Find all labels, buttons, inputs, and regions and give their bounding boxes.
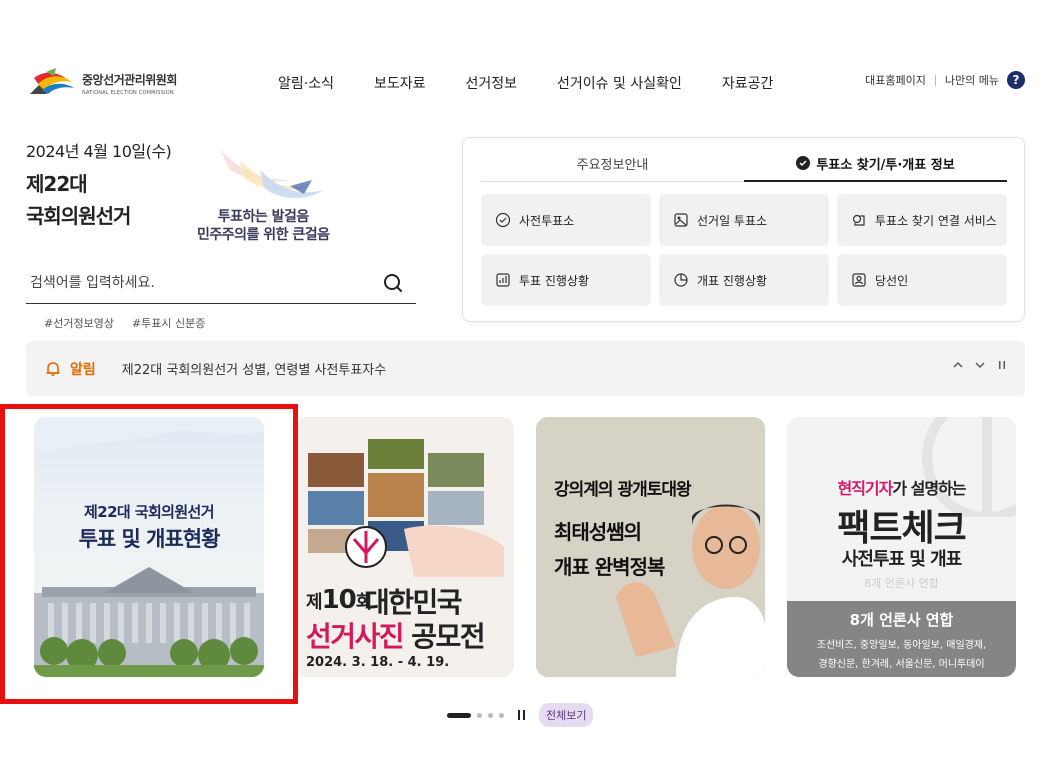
nav-press[interactable]: 보도자료 [374,73,426,93]
card-label: 당선인 [875,273,909,288]
banner-fact-check[interactable]: 현직기자가 설명하는 팩트체크 사전투표 및 개표 8개 언론사 연합 8개 언… [787,417,1016,677]
view-all-button[interactable]: 전체보기 [539,703,594,727]
election-date: 2024년 4월 10일(수) [26,142,172,161]
card-polling-finder[interactable]: 투표소 찾기 연결 서비스 [837,194,1007,246]
search-tags: #선거정보영상 #투표시 신분증 [44,315,205,331]
search-icon[interactable] [382,271,406,295]
tab-label: 주요정보안내 [576,158,649,173]
card-voting-progress[interactable]: 투표 진행상황 [481,254,651,306]
nav-election-info[interactable]: 선거정보 [466,73,518,93]
card-early-voting-place[interactable]: 사전투표소 [481,194,651,246]
chevron-down-icon[interactable] [975,360,985,370]
hero-slogan: 투표하는 발걸음 민주주의를 위한 큰걸음 [197,208,330,244]
pager-dot-active[interactable] [447,712,471,718]
election-title-line1: 제22대 [26,172,88,196]
tab-polling-info[interactable]: 투표소 찾기/투·개표 정보 [744,146,1007,182]
banner-pager: 전체보기 [447,703,594,727]
banner-counting-lecture[interactable]: 강의계의 광개토대왕 최태성쌤의 개표 완벽정복 [536,417,765,677]
check-circle-icon [796,156,811,170]
chevron-up-icon[interactable] [953,360,963,370]
pager-dot[interactable] [499,712,504,718]
card-elected[interactable]: 당선인 [837,254,1007,306]
bell-icon [46,361,60,376]
photo-collage-illustration [308,439,504,577]
partners-list-2: 경향신문, 한겨레, 서울신문, 머니투데이 [818,659,985,670]
banner-title: 최태성쌤의 [554,520,642,544]
media-partners: 8개 언론사 연합 조선비즈, 중앙일보, 동아일보, 매일경제, 경향신문, … [787,601,1016,677]
nav-notice[interactable]: 알림·소식 [278,73,334,93]
divider [934,74,936,86]
search-input[interactable] [26,274,382,291]
utility-menu: 대표홈페이지 나만의 메뉴 ? [865,71,1025,89]
slogan-line2: 민주주의를 위한 큰걸음 [197,227,330,243]
nav-fact-check[interactable]: 선거이슈 및 사실확인 [557,73,682,93]
ordinal-prefix: 제 [306,592,323,613]
tab-main-info[interactable]: 주요정보안내 [481,146,744,181]
ordinal-number: 10 [321,585,357,615]
partners-title: 8개 언론사 연합 [849,611,954,629]
info-panel: 주요정보안내 투표소 찾기/투·개표 정보 사전투표소 선거일 투표소 투표소 … [462,137,1025,322]
card-label: 사전투표소 [519,213,575,228]
partners-list-1: 조선비즈, 중앙일보, 동아일보, 매일경제, [816,640,987,651]
contest-ordinal: 제10회 [306,585,372,615]
banner-photo-contest[interactable]: 제10회 대한민국 선거사진 공모전 2024. 3. 18. - 4. 19. [294,417,514,677]
caption-rest: 가 설명하는 [892,479,966,498]
pause-icon[interactable] [518,710,525,720]
banner-subtitle: 사전투표 및 개표 [841,549,962,570]
notice-text[interactable]: 제22대 국회의원선거 성별, 연령별 사전투표자수 [122,359,386,378]
slogan-line1: 투표하는 발걸음 [217,209,310,225]
notice-bar: 알림 제22대 국회의원선거 성별, 연령별 사전투표자수 [26,341,1025,396]
person-badge-icon [852,273,866,287]
link-icon [852,214,865,226]
banner-caption: 강의계의 광개토대왕 [554,480,692,500]
info-tabs: 주요정보안내 투표소 찾기/투·개표 정보 [481,146,1007,182]
subtitle-rest: 공모전 [411,620,485,653]
main-nav: 알림·소식 보도자료 선거정보 선거이슈 및 사실확인 자료공간 [278,73,773,93]
banner-faded-text: 8개 언론사 연합 [864,577,939,590]
card-election-day-place[interactable]: 선거일 투표소 [659,194,829,246]
banner-vote-count-status[interactable]: 제22대 국회의원선거 투표 및 개표현황 [34,417,264,677]
pager-dot[interactable] [477,712,482,718]
help-icon[interactable]: ? [1007,71,1025,89]
banner-subtitle: 선거사진 공모전 [306,615,486,655]
card-label: 개표 진행상황 [697,273,768,288]
card-counting-progress[interactable]: 개표 진행상황 [659,254,829,306]
nav-archive[interactable]: 자료공간 [722,73,774,93]
caption-highlight: 현직기자 [837,479,893,498]
banner-title: 제22대 국회의원선거 [84,503,215,521]
main-homepage-link[interactable]: 대표홈페이지 [865,72,926,88]
notice-label: 알림 [70,361,96,378]
check-badge-icon [495,212,511,228]
tab-label: 투표소 찾기/투·개표 정보 [816,157,955,173]
election-title-line2: 국회의원선거 [26,204,131,228]
pager-dot[interactable] [488,712,493,718]
pause-icon[interactable] [997,360,1007,370]
card-label: 투표 진행상황 [519,273,590,288]
banner-caption: 현직기자가 설명하는 [787,475,1016,499]
card-label: 선거일 투표소 [697,213,768,228]
lecturer-illustration [536,417,765,677]
subtitle-highlight: 선거사진 [306,620,405,653]
image-icon [674,213,688,227]
polling-service-grid: 사전투표소 선거일 투표소 투표소 찾기 연결 서비스 투표 진행상황 개표 진… [481,194,1007,306]
nec-logo[interactable]: 중앙선거관리위원회 NATIONAL ELECTION COMMISSION [26,64,177,102]
logo-name: 중앙선거관리위원회 [82,72,177,87]
tag-election-video[interactable]: #선거정보영상 [44,315,114,331]
banner-title: 팩트체크 [837,508,966,549]
logo-name-en: NATIONAL ELECTION COMMISSION [82,89,174,96]
nec-emblem-icon [30,68,74,94]
contest-period: 2024. 3. 18. - 4. 19. [306,655,450,670]
card-label: 투표소 찾기 연결 서비스 [875,213,997,228]
banner-subtitle: 투표 및 개표현황 [78,527,221,551]
banner-subtitle: 개표 완벽정복 [554,555,665,579]
notice-controls [953,360,1007,370]
search-bar [26,262,416,304]
my-menu-link[interactable]: 나만의 메뉴 [945,72,999,88]
pie-chart-icon [674,273,688,287]
tag-voter-id[interactable]: #투표시 신분증 [132,315,205,331]
bar-chart-icon [496,273,510,287]
